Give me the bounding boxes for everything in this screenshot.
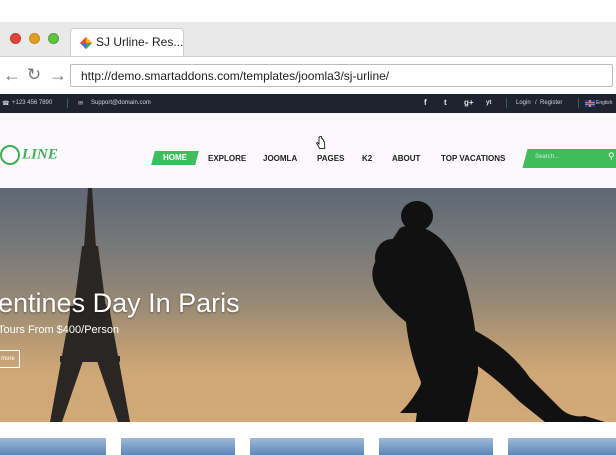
minimize-window-button[interactable] (29, 33, 40, 44)
nav-k2[interactable]: K2 (362, 154, 372, 163)
mail-icon: ✉ (78, 101, 84, 107)
browser-tab[interactable]: SJ Urline- Res... (70, 28, 184, 56)
thumbnail[interactable] (250, 438, 364, 455)
phone-icon: ☎ (2, 101, 10, 107)
thumbnail[interactable] (0, 438, 106, 455)
language-selector[interactable]: English (596, 100, 612, 106)
thumbnail[interactable] (121, 438, 235, 455)
login-separator: / (535, 100, 537, 106)
nav-pages[interactable]: PAGES (317, 154, 344, 163)
reload-icon[interactable]: ↻ (24, 65, 44, 85)
hand-cursor-icon (316, 136, 326, 149)
site-header: LINE HOME EXPLORE JOOMLA PAGES K2 ABOUT … (0, 113, 616, 188)
top-whitespace (0, 0, 616, 22)
topbar-divider (67, 98, 68, 108)
hero-slider[interactable]: entines Day In Paris Tours From $400/Per… (0, 188, 616, 422)
login-link[interactable]: Login (516, 100, 531, 106)
hero-title: entines Day In Paris (0, 288, 240, 318)
hero-subtitle: Tours From $400/Person (0, 324, 120, 336)
maximize-window-button[interactable] (48, 33, 59, 44)
close-window-button[interactable] (10, 33, 21, 44)
youtube-icon[interactable]: yt (486, 100, 491, 106)
thumbnail-strip (0, 422, 616, 455)
back-arrow-icon[interactable]: ← (2, 65, 22, 85)
register-link[interactable]: Register (540, 100, 562, 106)
uk-flag-icon (585, 100, 595, 107)
facebook-icon[interactable]: f (424, 98, 427, 107)
site-logo[interactable]: LINE (0, 145, 58, 165)
tab-title: SJ Urline- Res... (96, 35, 184, 49)
logo-text: LINE (22, 146, 58, 163)
nav-top-vacations[interactable]: TOP VACATIONS (441, 154, 505, 163)
nav-about[interactable]: ABOUT (392, 154, 420, 163)
browser-tabbar: SJ Urline- Res... (0, 22, 616, 57)
site-topbar: ☎ +123 456 7890 ✉ Support@domain.com f t… (0, 94, 616, 113)
nav-joomla[interactable]: JOOMLA (263, 154, 297, 163)
topbar-divider (506, 98, 507, 108)
phone-number: +123 456 7890 (12, 100, 53, 106)
thumbnail[interactable] (379, 438, 493, 455)
url-input[interactable]: http://demo.smartaddons.com/templates/jo… (70, 64, 613, 87)
forward-arrow-icon[interactable]: → (48, 65, 68, 85)
hero-more-button[interactable]: more (0, 350, 20, 368)
search-icon[interactable]: ⚲ (608, 151, 615, 162)
logo-ring-icon (0, 145, 20, 165)
nav-explore[interactable]: EXPLORE (208, 154, 246, 163)
google-plus-icon[interactable]: g+ (464, 98, 474, 107)
twitter-icon[interactable]: t (444, 98, 447, 107)
nav-home[interactable]: HOME (151, 151, 199, 165)
search-input[interactable]: Search... (535, 154, 559, 160)
thumbnail[interactable] (508, 438, 616, 455)
support-email[interactable]: Support@domain.com (91, 100, 151, 106)
favicon-icon (80, 37, 92, 49)
topbar-divider (578, 98, 579, 108)
address-bar: ← ↻ → http://demo.smartaddons.com/templa… (0, 57, 616, 94)
